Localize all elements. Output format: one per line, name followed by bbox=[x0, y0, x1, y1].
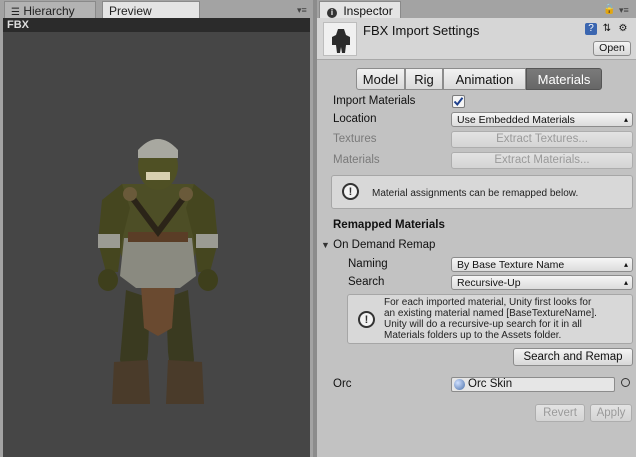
location-label: Location bbox=[333, 113, 377, 125]
tab-hierarchy[interactable]: ☰ Hierarchy bbox=[4, 1, 96, 18]
remap-info-helpbox: ! Material assignments can be remapped b… bbox=[331, 175, 633, 209]
tab-inspector[interactable]: i Inspector bbox=[319, 1, 401, 18]
tab-rig[interactable]: Rig bbox=[405, 68, 443, 90]
hierarchy-list-icon: ☰ bbox=[11, 7, 20, 18]
on-demand-remap-foldout[interactable]: ▼ On Demand Remap bbox=[321, 239, 435, 251]
location-dropdown[interactable]: Use Embedded Materials ▴ bbox=[451, 112, 633, 127]
lock-icon[interactable]: 🔒 bbox=[603, 4, 615, 15]
tab-hierarchy-label: Hierarchy bbox=[23, 4, 75, 18]
info-icon: i bbox=[327, 8, 337, 18]
search-dropdown[interactable]: Recursive-Up ▴ bbox=[451, 275, 633, 290]
remap-info-text: Material assignments can be remapped bel… bbox=[372, 188, 579, 199]
search-info-line-4: Materials folders up to the Assets folde… bbox=[384, 330, 562, 341]
tab-inspector-label: Inspector bbox=[343, 4, 393, 18]
settings-sliders-icon[interactable]: ⇅ bbox=[601, 23, 613, 35]
orc-material-value: Orc Skin bbox=[468, 378, 513, 390]
dropdown-arrows-icon: ▴ bbox=[623, 115, 628, 124]
location-value: Use Embedded Materials bbox=[457, 114, 575, 126]
tab-preview[interactable]: Preview bbox=[102, 1, 200, 19]
fbx-asset-thumbnail bbox=[323, 22, 357, 56]
object-picker-icon[interactable] bbox=[621, 378, 630, 387]
orc-model-image bbox=[98, 139, 218, 404]
checkmark-icon bbox=[453, 97, 464, 107]
warning-exclamation-icon: ! bbox=[358, 311, 375, 328]
preview-header: FBX bbox=[3, 18, 310, 32]
asset-title: FBX Import Settings bbox=[363, 23, 480, 38]
search-info-helpbox: ! For each imported material, Unity firs… bbox=[347, 294, 633, 344]
import-materials-label: Import Materials bbox=[333, 95, 416, 107]
orc-material-field[interactable]: Orc Skin bbox=[451, 377, 615, 392]
orc-label: Orc bbox=[333, 378, 352, 390]
on-demand-remap-label: On Demand Remap bbox=[333, 239, 436, 251]
foldout-triangle-icon: ▼ bbox=[321, 240, 330, 250]
inspector-menu-icon[interactable]: ▾≡ bbox=[619, 5, 629, 16]
dropdown-arrows-icon: ▴ bbox=[623, 278, 628, 287]
extract-materials-button[interactable]: Extract Materials... bbox=[451, 152, 633, 169]
search-and-remap-button[interactable]: Search and Remap bbox=[513, 348, 633, 366]
open-button[interactable]: Open bbox=[593, 41, 631, 56]
tab-model[interactable]: Model bbox=[356, 68, 405, 90]
dropdown-arrows-icon: ▴ bbox=[623, 260, 628, 269]
import-materials-checkbox[interactable] bbox=[452, 95, 465, 108]
inspector-panel: i Inspector 🔒 ▾≡ FBX Import Settings ? ⇅… bbox=[317, 0, 636, 457]
warning-exclamation-icon: ! bbox=[342, 183, 359, 200]
left-dock: ☰ Hierarchy Preview ▾≡ FBX bbox=[0, 0, 313, 457]
tab-materials[interactable]: Materials bbox=[526, 68, 602, 90]
inspector-tab-strip: i Inspector 🔒 ▾≡ bbox=[317, 0, 636, 18]
tab-animation[interactable]: Animation bbox=[443, 68, 526, 90]
apply-button[interactable]: Apply bbox=[590, 404, 632, 422]
textures-label: Textures bbox=[333, 133, 377, 145]
model-preview-viewport[interactable] bbox=[3, 32, 310, 457]
panel-menu-icon[interactable]: ▾≡ bbox=[297, 5, 307, 16]
naming-dropdown[interactable]: By Base Texture Name ▴ bbox=[451, 257, 633, 272]
left-tab-strip: ☰ Hierarchy Preview ▾≡ bbox=[0, 0, 313, 19]
naming-label: Naming bbox=[348, 258, 388, 270]
materials-label: Materials bbox=[333, 154, 380, 166]
search-value: Recursive-Up bbox=[457, 277, 521, 289]
tab-preview-label: Preview bbox=[109, 4, 152, 18]
revert-button[interactable]: Revert bbox=[535, 404, 585, 422]
help-book-icon[interactable]: ? bbox=[585, 23, 597, 35]
context-gear-icon[interactable]: ⚙ bbox=[617, 23, 629, 35]
extract-textures-button[interactable]: Extract Textures... bbox=[451, 131, 633, 148]
material-sphere-icon bbox=[454, 379, 465, 390]
inspector-header: FBX Import Settings ? ⇅ ⚙ Open bbox=[317, 18, 636, 60]
remapped-materials-heading: Remapped Materials bbox=[333, 219, 445, 231]
search-label: Search bbox=[348, 276, 385, 288]
naming-value: By Base Texture Name bbox=[457, 259, 565, 271]
